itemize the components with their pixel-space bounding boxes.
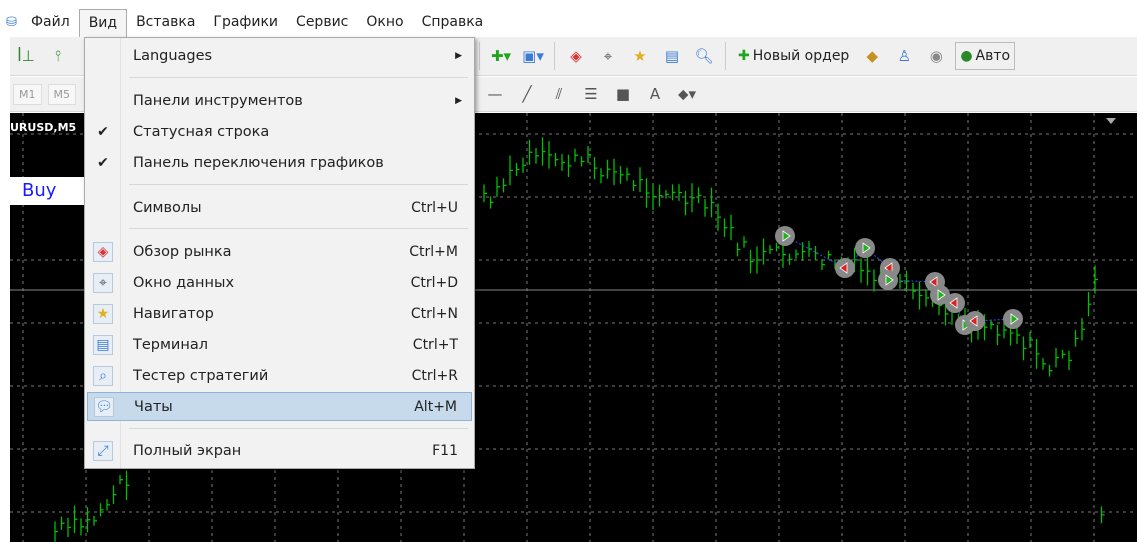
menu-item[interactable]: 💬︎ Чаты Alt+M — [87, 392, 472, 421]
terminal-icon[interactable]: ▤ — [659, 42, 685, 70]
profiles-icon[interactable]: ▣▾ — [520, 42, 546, 70]
trendline-icon[interactable]: ╱ — [514, 80, 540, 108]
new-order-icon: ✚ — [738, 48, 750, 64]
menu-item-label: Навигатор — [133, 305, 214, 322]
chart-symbol-label: URUSD,M5 — [10, 121, 77, 134]
menu-item[interactable]: ◈ Обзор рынка Ctrl+M — [87, 237, 472, 266]
crosshair-icon: ⌖ — [93, 272, 113, 293]
rectangle-icon[interactable]: ■ — [610, 80, 636, 108]
submenu-arrow-icon: ▶ — [455, 95, 462, 106]
market-watch-icon: ◈ — [93, 241, 113, 262]
trade-line — [784, 235, 1014, 326]
menu-item-label: Полный экран — [133, 442, 242, 459]
horizontal-line-icon[interactable]: — — [482, 80, 508, 108]
menu-item-label: Терминал — [133, 336, 208, 353]
menu-item-shortcut: Ctrl+D — [410, 274, 458, 291]
buy-button[interactable]: Buy — [10, 177, 84, 205]
timeframe-m5[interactable]: M5 — [47, 83, 76, 105]
strategy-tester-icon: ⌕ — [93, 365, 113, 386]
market-icon[interactable]: ◉ — [923, 42, 949, 70]
fibonacci-icon[interactable]: ☰ — [578, 80, 604, 108]
menu-item-shortcut: Ctrl+T — [412, 336, 458, 353]
timeframe-m1[interactable]: M1 — [13, 83, 42, 105]
market-watch-icon[interactable]: ◈ — [563, 42, 589, 70]
menu-view[interactable]: Вид — [78, 9, 128, 38]
chart-shift-icon — [1106, 118, 1116, 124]
menu-item[interactable]: ★ Навигатор Ctrl+N — [87, 299, 472, 328]
menu-item[interactable]: Символы Ctrl+U — [87, 193, 472, 222]
strategy-tester-icon[interactable]: 🔍︎ — [691, 42, 717, 70]
menu-help[interactable]: Справка — [413, 9, 493, 36]
view-menu-dropdown: Languages ▶ Панели инструментов ▶ ✔ Статусная… — [84, 37, 475, 469]
menu-separator — [129, 77, 468, 78]
menu-tools[interactable]: Сервис — [287, 9, 357, 36]
data-window-icon[interactable]: ⌖ — [595, 42, 621, 70]
menu-item[interactable]: ✔ Статусная строка — [87, 117, 472, 146]
menu-file[interactable]: Файл — [22, 9, 79, 36]
menu-separator — [129, 228, 468, 229]
menu-item-label: Languages — [133, 47, 213, 64]
menu-charts[interactable]: Графики — [204, 9, 287, 36]
bar-chart-icon[interactable]: ꟾ⊥ — [13, 42, 39, 70]
menu-separator — [129, 428, 468, 429]
checkmark-icon: ✔ — [97, 123, 109, 140]
menu-item[interactable]: ▤ Терминал Ctrl+T — [87, 330, 472, 359]
equidistant-channel-icon[interactable]: ⫽ — [546, 80, 572, 108]
navigator-folder-star-icon: ★ — [93, 303, 113, 324]
menu-item-shortcut: Ctrl+R — [411, 367, 458, 384]
navigator-icon[interactable]: ★ — [627, 42, 653, 70]
menu-item[interactable]: ✔ Панель переключения графиков — [87, 148, 472, 177]
menu-item-shortcut: Ctrl+U — [411, 199, 458, 216]
text-icon[interactable]: A — [642, 80, 668, 108]
menu-item-shortcut: F11 — [432, 442, 458, 459]
terminal-icon: ▤ — [93, 334, 113, 355]
menu-item-label: Обзор рынка — [133, 243, 232, 260]
menu-item-label: Окно данных — [133, 274, 235, 291]
new-chart-icon[interactable]: ✚▾ — [488, 42, 514, 70]
metaeditor-icon[interactable]: ◆ — [859, 42, 885, 70]
menu-item[interactable]: Languages ▶ — [87, 41, 472, 70]
menu-item[interactable]: ⌖ Окно данных Ctrl+D — [87, 268, 472, 297]
new-order-button[interactable]: ✚ Новый ордер — [734, 42, 853, 70]
arrows-icon[interactable]: ⬥▾ — [674, 80, 700, 108]
menu-insert[interactable]: Вставка — [127, 9, 204, 36]
menu-item[interactable]: Панели инструментов ▶ — [87, 86, 472, 115]
checkmark-icon: ✔ — [97, 154, 109, 171]
menu-bar: ⛁ Файл Вид Вставка Графики Сервис Окно С… — [6, 8, 1137, 38]
autotrading-icon: ● — [960, 48, 973, 64]
menu-item-shortcut: Ctrl+M — [409, 243, 458, 260]
menu-item[interactable]: ⤢ Полный экран F11 — [87, 436, 472, 465]
menu-item-label: Статусная строка — [133, 123, 270, 140]
menu-item-shortcut: Ctrl+N — [410, 305, 458, 322]
chat-icon: 💬︎ — [94, 396, 114, 417]
menu-item-label: Тестер стратегий — [133, 367, 269, 384]
menu-item-label: Чаты — [134, 398, 173, 415]
signals-icon[interactable]: ♙ — [891, 42, 917, 70]
menu-item-shortcut: Alt+M — [414, 398, 457, 415]
menu-item-label: Символы — [133, 199, 202, 216]
menu-item-label: Панели инструментов — [133, 92, 303, 109]
fullscreen-icon: ⤢ — [93, 440, 113, 461]
candle-chart-icon[interactable]: ⫯ — [45, 42, 71, 70]
menu-separator — [129, 184, 468, 185]
autotrading-button[interactable]: ● Авто — [955, 42, 1016, 70]
menu-item-label: Панель переключения графиков — [133, 154, 384, 171]
submenu-arrow-icon: ▶ — [455, 50, 462, 61]
menu-item[interactable]: ⌕ Тестер стратегий Ctrl+R — [87, 361, 472, 390]
app-icon: ⛁ — [6, 14, 17, 30]
menu-window[interactable]: Окно — [357, 9, 412, 36]
